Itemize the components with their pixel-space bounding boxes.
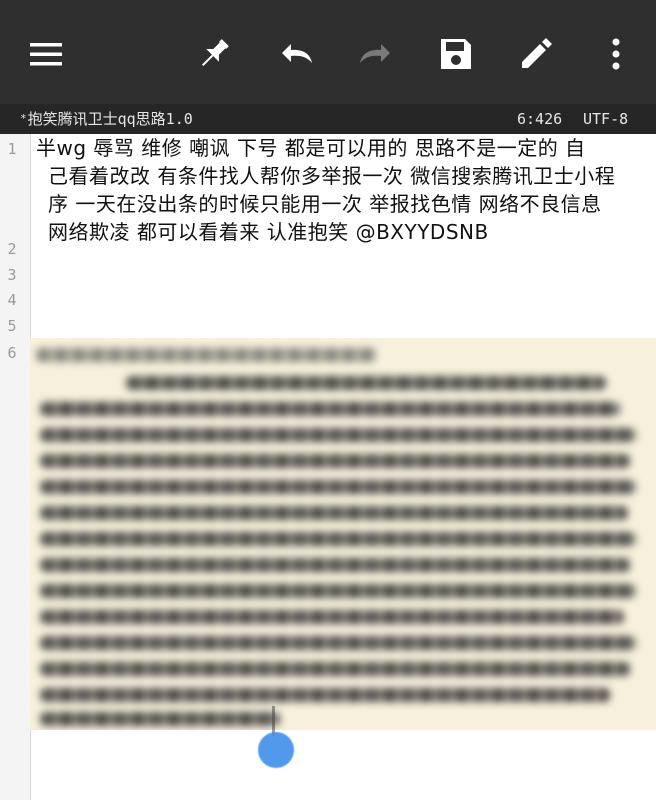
save-icon [441, 39, 471, 69]
text-line: 己看着改改 有条件找人帮你多举报一次 微信搜索腾讯卫士小程 [48, 164, 616, 188]
save-button[interactable] [432, 30, 480, 78]
line-number: 6 [7, 344, 17, 362]
menu-button[interactable] [22, 30, 70, 78]
text-line: 网络欺凌 都可以看着来 认准抱笑 @BXYYDSNB [48, 220, 489, 244]
redo-button[interactable] [352, 30, 400, 78]
cursor-position: 6:426 [517, 110, 563, 128]
line-number: 5 [7, 317, 17, 335]
menu-icon [30, 43, 62, 66]
line-number: 4 [7, 291, 17, 309]
line-number: 1 [7, 140, 17, 158]
text-line: 半wg 辱骂 维修 嘲讽 下号 都是可以用的 思路不是一定的 自 [36, 136, 586, 160]
file-title: *抱笑腾讯卫士qq思路1.0 [20, 104, 193, 134]
blurred-content [30, 338, 656, 730]
pin-button[interactable] [190, 30, 238, 78]
edit-button[interactable] [512, 30, 560, 78]
line-number: 3 [7, 266, 17, 284]
undo-button[interactable] [272, 30, 320, 78]
overflow-menu-button[interactable] [592, 30, 640, 78]
file-name: 抱笑腾讯卫士qq思路1.0 [27, 110, 193, 128]
text-line: 序 一天在没出条的时候只能用一次 举报找色情 网络不良信息 [48, 192, 602, 216]
editor-text-area[interactable]: 半wg 辱骂 维修 嘲讽 下号 都是可以用的 思路不是一定的 自 己看着改改 有… [36, 134, 632, 246]
line-number-gutter: 1 2 3 4 5 6 [0, 134, 31, 800]
blurred-pasted-image [30, 338, 656, 730]
edit-icon [522, 38, 552, 68]
action-toolbar [0, 0, 656, 104]
undo-icon [282, 44, 312, 63]
more-vert-icon [612, 38, 620, 70]
cursor-drag-handle[interactable] [258, 732, 294, 768]
redo-icon [360, 44, 390, 63]
file-encoding[interactable]: UTF-8 [583, 104, 628, 134]
file-status-bar: *抱笑腾讯卫士qq思路1.0 6:426 UTF-8 [0, 104, 656, 134]
modified-marker: * [20, 112, 27, 125]
line-number: 2 [7, 240, 17, 258]
pin-icon [201, 39, 229, 67]
